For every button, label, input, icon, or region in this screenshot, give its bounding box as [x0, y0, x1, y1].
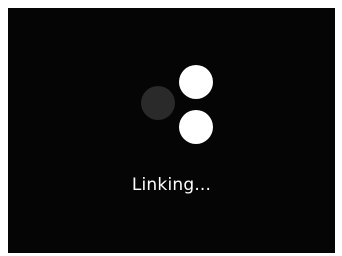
- spinner-dot-top: [179, 65, 213, 99]
- linking-screen: Linking...: [8, 8, 335, 253]
- spinner-dot-bottom: [179, 110, 213, 144]
- status-text: Linking...: [131, 175, 212, 195]
- loading-dots-icon: [8, 8, 335, 253]
- spinner-dot-left: [141, 86, 175, 120]
